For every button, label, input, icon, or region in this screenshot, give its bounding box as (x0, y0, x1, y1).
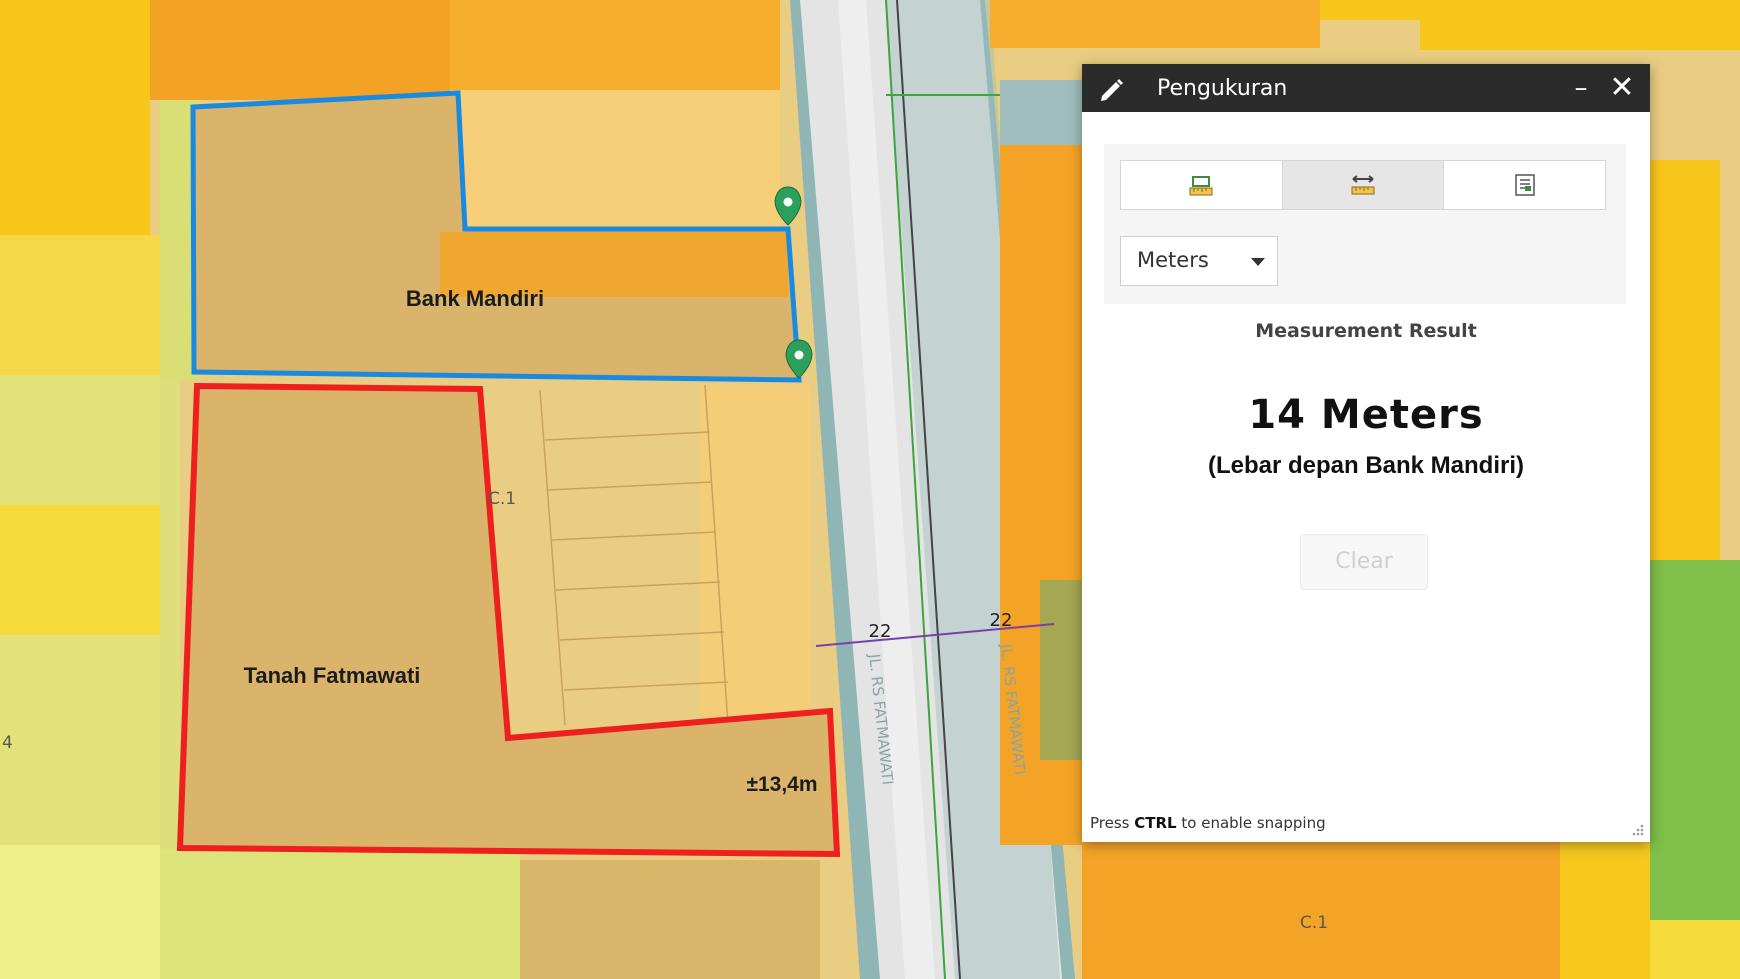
clear-button[interactable]: Clear (1300, 534, 1428, 590)
widget-title: Pengukuran (1157, 76, 1288, 101)
parcel (1320, 0, 1420, 20)
result-title: Measurement Result (1255, 320, 1477, 342)
unit-dropdown[interactable]: Meters (1120, 236, 1278, 286)
parcel (160, 380, 180, 850)
parcel (0, 845, 160, 979)
close-icon: ✕ (1609, 70, 1635, 105)
parcel (150, 0, 450, 100)
measurement-widget: Pengukuran – ✕ Meters Measurement Result… (1082, 64, 1650, 842)
parcel (1560, 842, 1650, 979)
road-width-label: 22 (869, 621, 892, 642)
parcel (1650, 160, 1720, 560)
frontage-length-label: ±13,4m (746, 773, 817, 796)
parcel (990, 0, 1320, 48)
parcel (0, 235, 160, 375)
parcel (1082, 842, 1582, 979)
road-width-label: 22 (990, 610, 1013, 631)
parcel (460, 90, 780, 230)
parcel-code: 4 (2, 733, 13, 753)
minimize-icon: – (1574, 73, 1588, 103)
parcel (1650, 920, 1740, 979)
resize-grip-icon[interactable] (1630, 822, 1644, 836)
location-tool-button[interactable] (1444, 161, 1605, 209)
parcel (0, 0, 150, 235)
parcel (0, 375, 160, 505)
parcel-code: C.1 (1300, 913, 1328, 933)
snapping-hint: Press CTRL to enable snapping (1090, 814, 1326, 832)
parcel (450, 0, 780, 90)
hint-key: CTRL (1134, 814, 1177, 832)
parcel (1040, 580, 1082, 760)
parcel (160, 850, 520, 979)
minimize-button[interactable]: – (1566, 68, 1596, 108)
area-measure-icon (1189, 176, 1213, 196)
location-measure-icon (1514, 174, 1535, 196)
close-button[interactable]: ✕ (1605, 68, 1639, 108)
area-tool-button[interactable] (1121, 161, 1283, 209)
pencil-icon (1101, 79, 1123, 101)
caret-down-icon (1251, 258, 1265, 266)
parcel (1000, 80, 1082, 145)
unit-selected-value: Meters (1137, 248, 1209, 272)
hint-suffix: to enable snapping (1181, 814, 1326, 832)
result-note: (Lebar depan Bank Mandiri) (1207, 452, 1525, 479)
parcel (0, 635, 160, 845)
parcel (520, 860, 820, 979)
widget-header[interactable]: Pengukuran – ✕ (1082, 64, 1650, 112)
bank-mandiri-label: Bank Mandiri (406, 286, 544, 311)
distance-tool-button[interactable] (1282, 161, 1445, 209)
tanah-fatmawati-label: Tanah Fatmawati (244, 663, 421, 688)
parcel (0, 505, 160, 635)
parcel (1650, 560, 1740, 920)
parcel-code: C.1 (488, 489, 516, 509)
hint-prefix: Press (1090, 814, 1130, 832)
result-value: 14 Meters (1248, 392, 1484, 438)
parcel (1420, 0, 1740, 50)
measure-tools-area: Meters (1104, 144, 1626, 304)
measure-tool-group (1120, 160, 1606, 210)
distance-measure-icon (1351, 175, 1375, 195)
